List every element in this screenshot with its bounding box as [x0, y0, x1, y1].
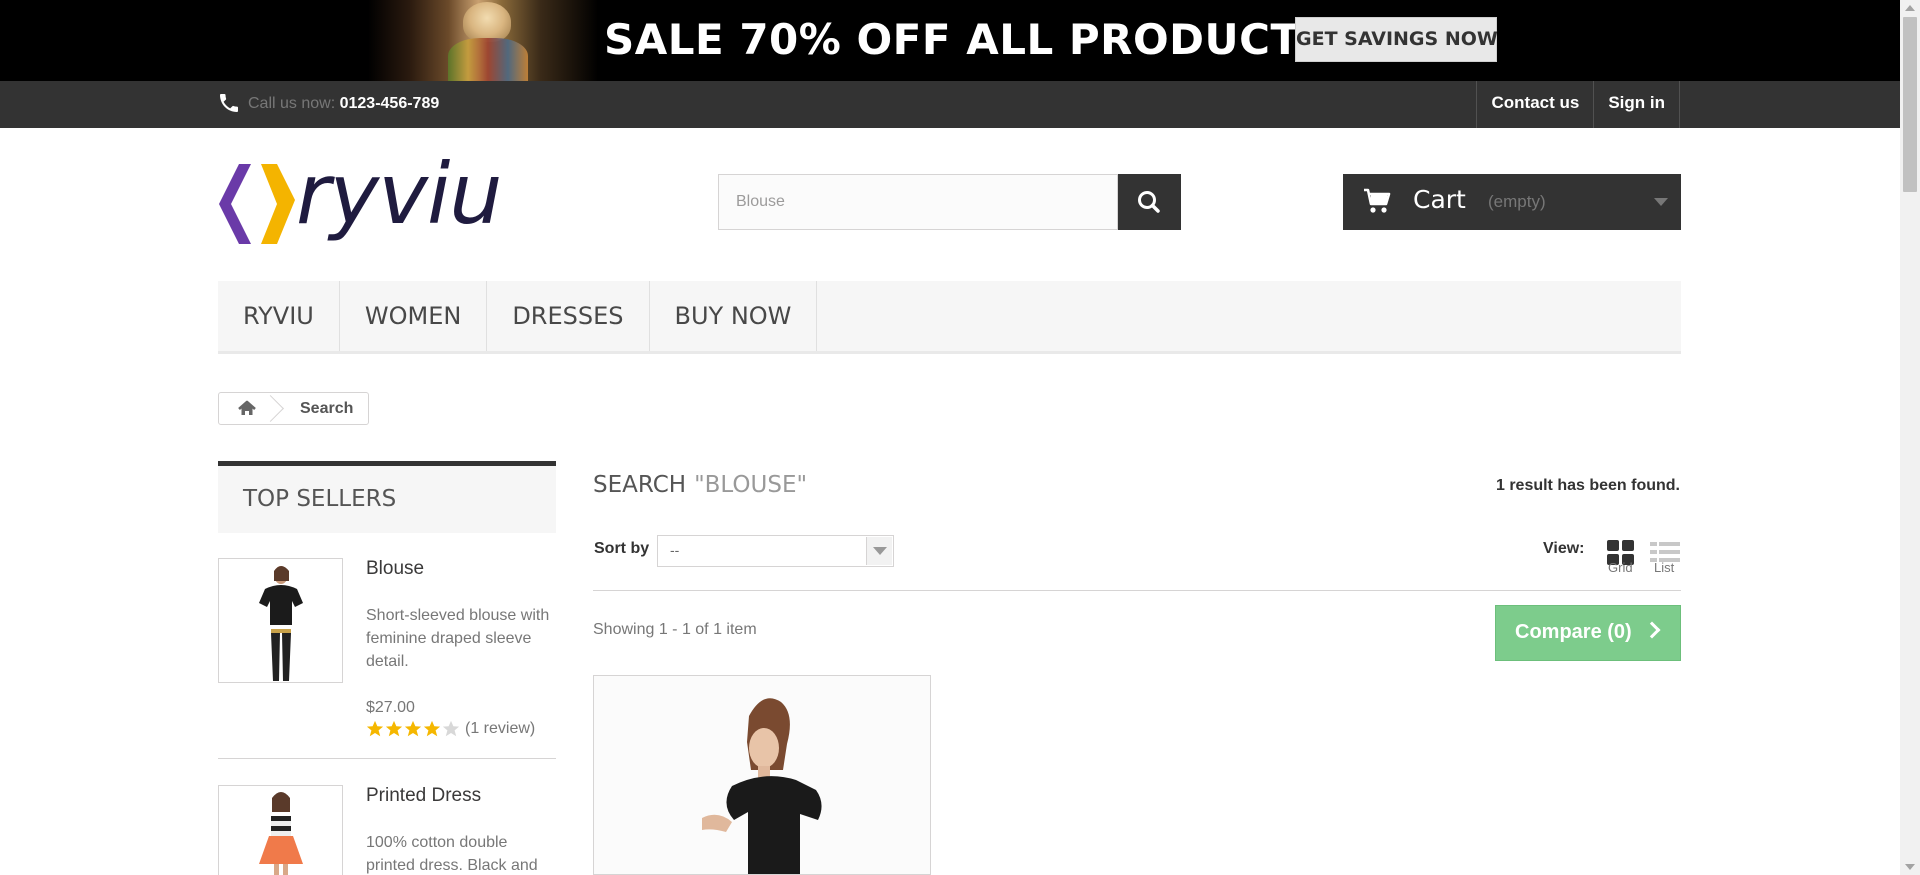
banner-model-image	[368, 0, 598, 81]
product-name[interactable]: Printed Dress	[366, 785, 481, 807]
search-button[interactable]	[1118, 174, 1181, 230]
search-query: "BLOUSE"	[694, 472, 808, 498]
phone-number: 0123-456-789	[339, 95, 440, 112]
scroll-down-icon[interactable]	[1905, 864, 1915, 870]
menu-item-buy-now[interactable]: BUY NOW	[650, 281, 818, 351]
menu-item-dresses[interactable]: DRESSES	[487, 281, 650, 351]
list-view-label[interactable]: List	[1654, 560, 1674, 575]
menu-item-ryviu[interactable]: RYVIU	[218, 281, 340, 351]
search-heading: SEARCH	[593, 472, 687, 498]
cart-status: (empty)	[1488, 192, 1546, 211]
scrollbar-thumb[interactable]	[1903, 17, 1917, 192]
compare-label: Compare (0)	[1515, 621, 1632, 643]
chevron-down-icon	[1654, 198, 1668, 206]
breadcrumb-current: Search	[300, 400, 354, 417]
cart-button[interactable]: Cart (empty)	[1343, 174, 1681, 230]
sort-by-label: Sort by	[594, 540, 650, 557]
top-nav-links: Contact us Sign in	[1476, 81, 1680, 128]
logo-text[interactable]: ryviu	[296, 144, 503, 244]
result-count: 1 result has been found.	[1495, 477, 1680, 494]
page-title: SEARCH "BLOUSE"	[593, 472, 807, 498]
get-savings-button[interactable]: GET SAVINGS NOW	[1295, 17, 1498, 62]
vertical-scrollbar[interactable]	[1900, 0, 1920, 875]
chevron-right-icon	[1643, 621, 1661, 639]
blouse-image	[259, 566, 303, 681]
divider	[593, 590, 1681, 591]
blouse-product-image	[594, 676, 930, 874]
chevron-down-icon	[866, 537, 892, 565]
menu-item-women[interactable]: WOMEN	[340, 281, 488, 351]
review-count[interactable]: (1 review)	[465, 720, 535, 738]
product-rating: (1 review)	[366, 720, 535, 738]
star-empty-icon	[442, 720, 460, 737]
product-thumbnail[interactable]	[218, 558, 343, 683]
view-label: View:	[1543, 540, 1585, 557]
top-seller-item: Printed Dress 100% cotton double printed…	[218, 785, 556, 875]
phone-icon	[220, 94, 238, 112]
compare-button[interactable]: Compare (0)	[1495, 605, 1681, 661]
search-input[interactable]: Blouse	[718, 174, 1118, 230]
product-description: 100% cotton double printed dress. Black …	[366, 834, 538, 874]
product-thumbnail[interactable]	[218, 785, 343, 875]
top-seller-item: Blouse Short-sleeved blouse with feminin…	[218, 558, 556, 738]
breadcrumb: Search	[218, 392, 370, 425]
printed-dress-image	[259, 792, 303, 875]
product-description: Short-sleeved blouse with feminine drape…	[366, 607, 550, 670]
product-name[interactable]: Blouse	[366, 558, 424, 580]
sign-in-link[interactable]: Sign in	[1593, 81, 1680, 128]
search-icon	[1138, 191, 1160, 213]
product-price: $27.00	[366, 699, 415, 716]
call-us-label: Call us now:	[248, 95, 336, 112]
star-filled-icon	[423, 720, 441, 737]
call-us-text: Call us now: 0123-456-789	[248, 95, 439, 113]
promo-banner[interactable]: SALE 70% OFF ALL PRODUCTS GET SAVINGS NO…	[0, 0, 1900, 81]
banner-headline: SALE 70% OFF ALL PRODUCTS	[604, 15, 1331, 64]
grid-view-label[interactable]: Grid	[1608, 560, 1633, 575]
sort-select[interactable]: --	[657, 535, 894, 567]
breadcrumb-home[interactable]	[219, 393, 271, 424]
cart-icon	[1364, 188, 1391, 213]
main-menu: RYVIU WOMEN DRESSES BUY NOW	[218, 281, 1681, 354]
star-filled-icon	[385, 720, 403, 737]
top-sellers-title: TOP SELLERS	[218, 461, 556, 533]
home-icon	[238, 400, 256, 415]
scroll-up-icon[interactable]	[1905, 5, 1915, 11]
product-card[interactable]	[593, 675, 931, 875]
star-filled-icon	[404, 720, 422, 737]
star-filled-icon	[366, 720, 384, 737]
contact-us-link[interactable]: Contact us	[1476, 81, 1593, 128]
sort-select-value: --	[670, 542, 680, 558]
cart-label: Cart	[1413, 185, 1466, 214]
showing-count: Showing 1 - 1 of 1 item	[593, 621, 757, 638]
divider	[218, 758, 556, 759]
